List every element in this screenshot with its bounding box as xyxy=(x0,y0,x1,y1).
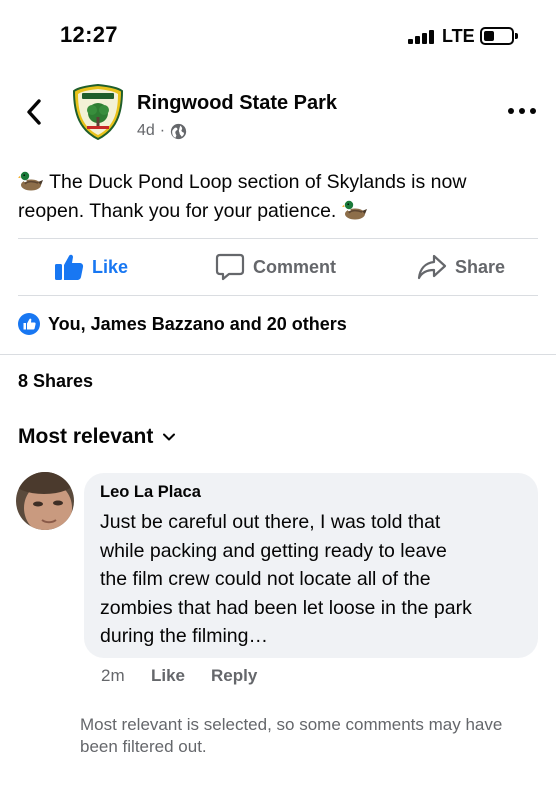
dot xyxy=(508,108,514,114)
more-options-button[interactable] xyxy=(508,104,536,118)
page-name[interactable]: Ringwood State Park xyxy=(137,92,337,115)
comment-reply-button[interactable]: Reply xyxy=(211,666,257,686)
comment-sort-dropdown[interactable]: Most relevant xyxy=(18,425,176,449)
like-reaction-icon xyxy=(18,313,40,335)
reactions-text: You, James Bazzano and 20 others xyxy=(48,313,347,334)
chevron-down-icon xyxy=(163,433,176,441)
reactions-summary[interactable]: You, James Bazzano and 20 others xyxy=(18,313,347,335)
post-text-line-2: reopen. Thank you for your patience. xyxy=(18,200,337,222)
dot xyxy=(530,108,536,114)
chevron-left-icon xyxy=(27,99,41,125)
battery-icon xyxy=(480,27,518,45)
duck-emoji-icon xyxy=(18,171,43,191)
carrier-label: LTE xyxy=(442,26,475,46)
comment-line: the film crew could not locate all of th… xyxy=(100,568,431,590)
post-text: The Duck Pond Loop section of Skylands i… xyxy=(18,168,538,226)
meta-separator: · xyxy=(159,122,166,139)
page-avatar[interactable] xyxy=(72,83,124,141)
share-button[interactable]: Share xyxy=(417,250,505,284)
divider xyxy=(18,238,538,239)
comment-age: 2m xyxy=(101,666,125,685)
like-label: Like xyxy=(92,256,129,277)
divider xyxy=(0,354,556,355)
comment-line: zombies that had been let loose in the p… xyxy=(100,596,472,619)
post-age[interactable]: 4d xyxy=(137,122,155,140)
comment-button[interactable]: Comment xyxy=(215,250,336,284)
status-time: 12:27 xyxy=(60,22,118,47)
share-arrow-icon xyxy=(417,254,447,280)
share-label: Share xyxy=(455,256,506,277)
post-text-line-1: The Duck Pond Loop section of Skylands i… xyxy=(49,171,467,193)
globe-icon xyxy=(170,123,187,139)
sort-label: Most relevant xyxy=(18,425,154,448)
dot xyxy=(519,108,525,114)
comment-text: Just be careful out there, I was told th… xyxy=(100,508,522,651)
comment-bubble: Leo La Placa Just be careful out there, … xyxy=(84,473,538,658)
comment-icon xyxy=(215,253,245,281)
signal-icon xyxy=(408,30,436,44)
comment-line: Just be careful out there, I was told th… xyxy=(100,511,441,533)
duck-emoji-icon xyxy=(341,200,367,220)
post-meta: 4d · xyxy=(137,122,187,140)
status-bar: 12:27 LTE xyxy=(0,0,556,70)
comment-meta: 2m Like Reply xyxy=(101,666,257,686)
comment-label: Comment xyxy=(253,256,337,277)
comment-line: while packing and getting ready to leave xyxy=(100,539,447,562)
back-button[interactable] xyxy=(20,94,48,130)
comment-like-button[interactable]: Like xyxy=(151,666,211,686)
divider xyxy=(18,295,538,296)
commenter-avatar[interactable] xyxy=(16,472,74,530)
like-button[interactable]: Like xyxy=(54,250,128,284)
thumbs-up-icon xyxy=(55,254,84,280)
shares-count[interactable]: 8 Shares xyxy=(18,371,93,392)
filter-notice: Most relevant is selected, so some comme… xyxy=(80,715,503,756)
comment-line: during the filming… xyxy=(100,625,268,647)
commenter-name[interactable]: Leo La Placa xyxy=(100,483,522,502)
